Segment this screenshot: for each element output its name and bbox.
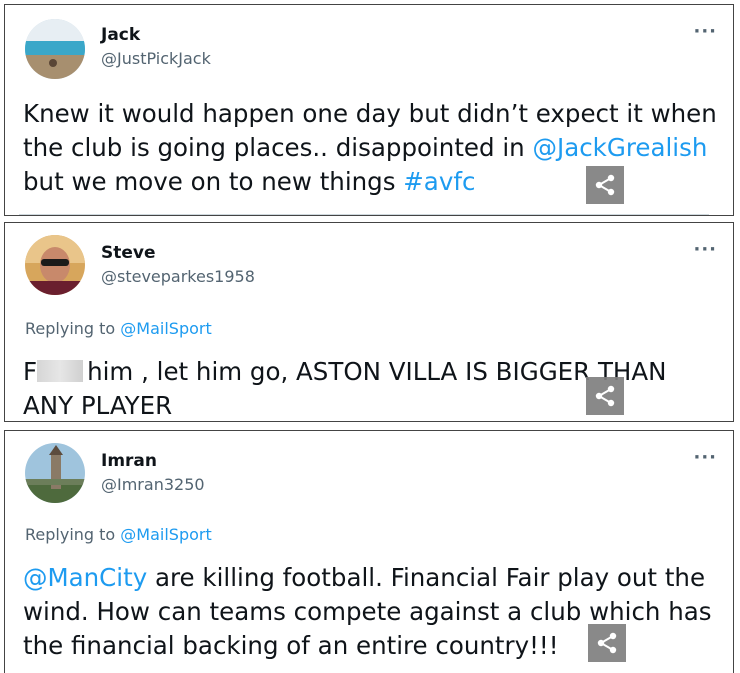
share-button[interactable]: [588, 624, 626, 662]
replying-to: Replying to @MailSport: [25, 319, 212, 338]
more-options-icon[interactable]: ···: [693, 239, 717, 260]
avatar[interactable]: [25, 19, 85, 79]
replying-to-link[interactable]: @MailSport: [120, 319, 211, 338]
share-icon: [595, 385, 615, 407]
author-handle[interactable]: @steveparkes1958: [101, 267, 255, 286]
tweet-text-start: F: [23, 357, 38, 386]
mention-link[interactable]: @ManCity: [23, 563, 147, 592]
share-button[interactable]: [586, 377, 624, 415]
replying-prefix: Replying to: [25, 525, 121, 544]
mention-link[interactable]: @JackGrealish: [532, 133, 707, 162]
divider: [19, 214, 709, 215]
tweet-card-imran[interactable]: Imran @Imran3250 ··· Replying to @MailSp…: [4, 430, 734, 673]
avatar[interactable]: [25, 443, 85, 503]
share-icon: [597, 632, 617, 654]
share-button[interactable]: [586, 166, 624, 204]
tweet-text-part: but we move on to new things: [23, 167, 404, 196]
avatar-image: [25, 19, 85, 79]
author-name[interactable]: Steve: [101, 243, 156, 263]
censored-word: [37, 360, 84, 382]
replying-to-link[interactable]: @MailSport: [120, 525, 211, 544]
replying-prefix: Replying to: [25, 319, 121, 338]
avatar-image: [25, 235, 85, 295]
author-handle[interactable]: @JustPickJack: [101, 49, 211, 68]
share-icon: [595, 174, 615, 196]
tweet-card-jack[interactable]: Jack @JustPickJack ··· Knew it would hap…: [4, 4, 734, 216]
more-options-icon[interactable]: ···: [693, 21, 717, 42]
avatar[interactable]: [25, 235, 85, 295]
author-name[interactable]: Jack: [101, 25, 140, 45]
avatar-image: [25, 443, 85, 503]
tweet-card-steve[interactable]: Steve @steveparkes1958 ··· Replying to @…: [4, 222, 734, 422]
author-name[interactable]: Imran: [101, 451, 157, 471]
hashtag-link[interactable]: #avfc: [403, 167, 475, 196]
tweet-text-rest: him , let him go, ASTON VILLA IS BIGGER …: [23, 357, 667, 420]
more-options-icon[interactable]: ···: [693, 447, 717, 468]
replying-to: Replying to @MailSport: [25, 525, 212, 544]
author-handle[interactable]: @Imran3250: [101, 475, 205, 494]
